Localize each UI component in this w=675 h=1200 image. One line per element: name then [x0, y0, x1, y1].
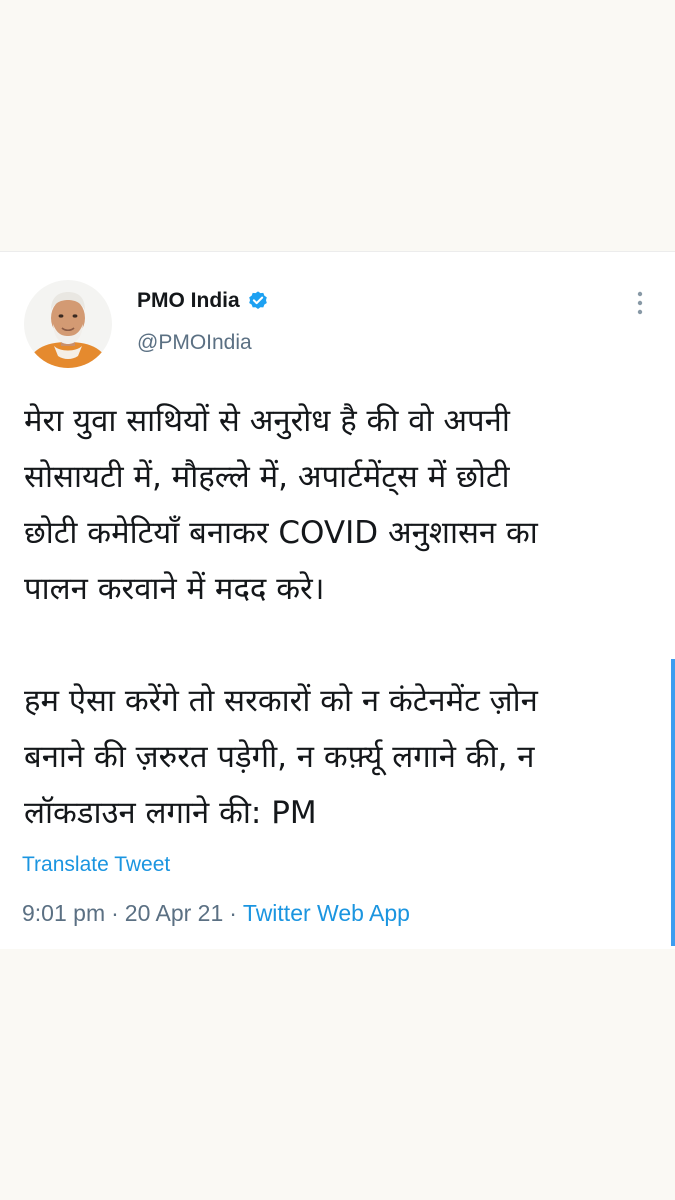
- tweet-paragraph: हम ऐसा करेंगे तो सरकारों को न कंटेनमेंट …: [24, 673, 654, 841]
- tweet-source-link[interactable]: Twitter Web App: [243, 900, 410, 926]
- tweet-date[interactable]: 20 Apr 21: [125, 900, 223, 926]
- author-handle[interactable]: @PMOIndia: [137, 331, 252, 355]
- tweet-metadata: 9:01 pm · 20 Apr 21 · Twitter Web App: [22, 900, 410, 927]
- translate-tweet-link[interactable]: Translate Tweet: [22, 853, 170, 877]
- verified-badge-icon: [247, 290, 269, 312]
- tweet-line: पालन करवाने में मदद करे।: [24, 571, 325, 607]
- more-options-button[interactable]: [626, 288, 654, 320]
- tweet-line: बनाने की ज़रुरत पड़ेगी, न कर्फ़्यू लगाने…: [24, 739, 535, 775]
- tweet-line: छोटी कमेटियाँ बनाकर COVID अनुशासन का: [24, 515, 538, 551]
- profile-avatar-image: [24, 280, 112, 368]
- more-vertical-icon: [637, 291, 643, 315]
- author-display-name[interactable]: PMO India: [137, 289, 240, 313]
- tweet-line: हम ऐसा करेंगे तो सरकारों को न कंटेनमेंट …: [24, 683, 538, 719]
- avatar[interactable]: [24, 280, 112, 368]
- tweet-text: मेरा युवा साथियों से अनुरोध है की वो अपन…: [24, 393, 654, 841]
- scroll-indicator[interactable]: [671, 659, 675, 946]
- tweet-time[interactable]: 9:01 pm: [22, 900, 105, 926]
- metadata-separator: ·: [111, 900, 119, 926]
- metadata-separator: ·: [229, 900, 237, 926]
- tweet-line: लॉकडाउन लगाने की: PM: [24, 795, 317, 831]
- tweet-line: मेरा युवा साथियों से अनुरोध है की वो अपन…: [24, 403, 510, 439]
- tweet-paragraph: मेरा युवा साथियों से अनुरोध है की वो अपन…: [24, 393, 654, 617]
- author-name-row[interactable]: PMO India: [137, 284, 269, 318]
- tweet-line: सोसायटी में, मौहल्ले में, अपार्टमेंट्स म…: [24, 459, 510, 495]
